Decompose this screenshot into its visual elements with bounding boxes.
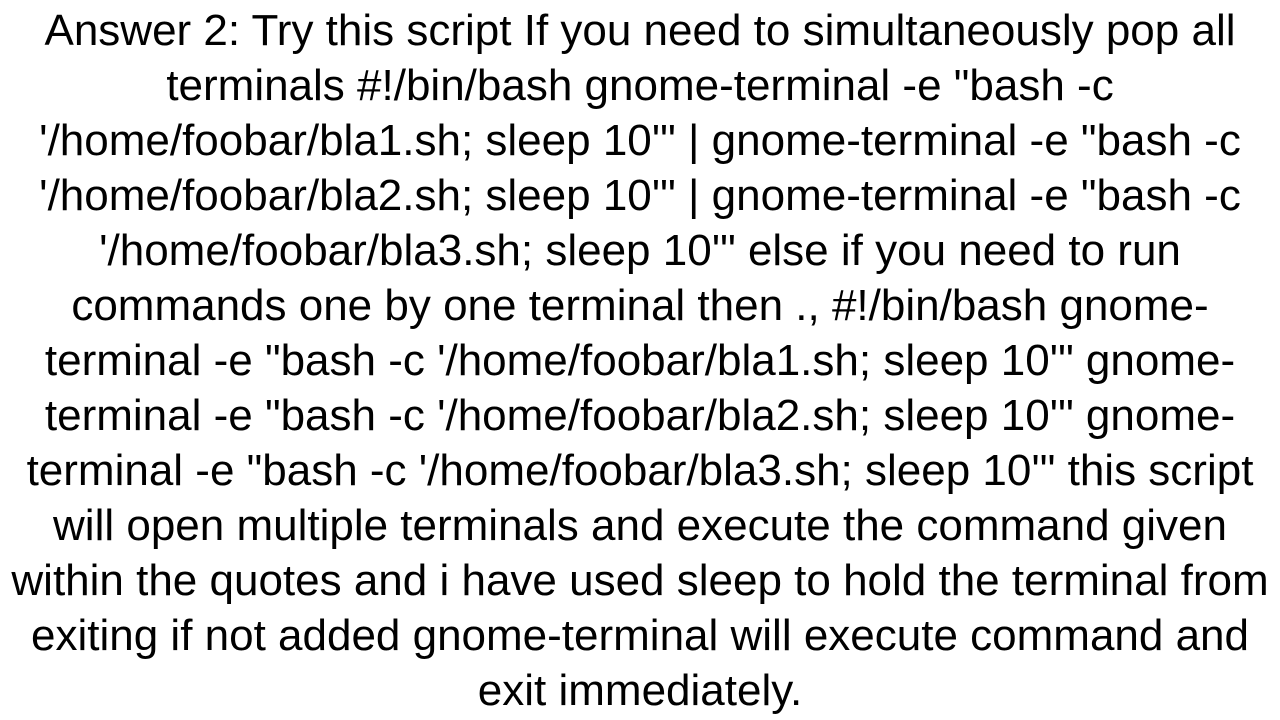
answer-text: Answer 2: Try this script If you need to…: [11, 6, 1268, 715]
answer-text-block: Answer 2: Try this script If you need to…: [0, 3, 1280, 718]
